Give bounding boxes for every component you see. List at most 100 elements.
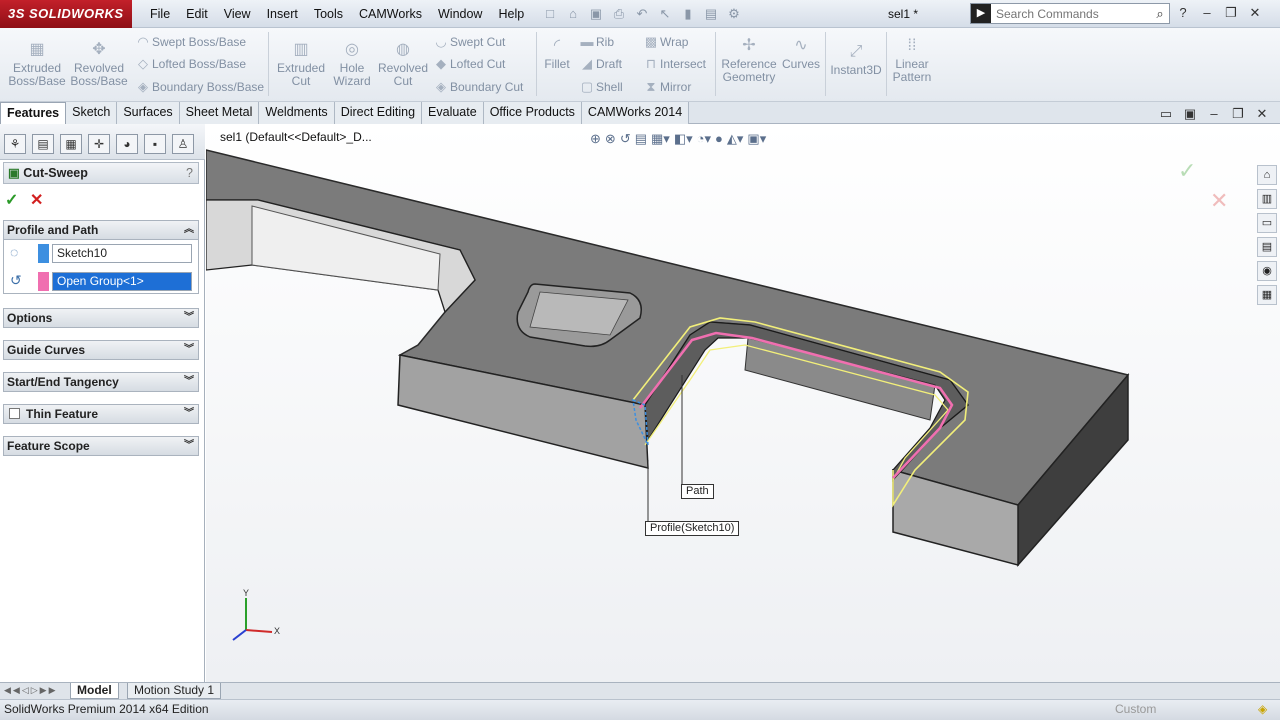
doc-restore-icon[interactable]: ❐ [1230, 104, 1246, 124]
menu-edit[interactable]: Edit [178, 0, 216, 28]
tab-camworks[interactable]: CAMWorks 2014 [581, 102, 690, 124]
apply-scene-icon[interactable]: ◭▾ [727, 131, 744, 147]
select-icon[interactable]: ↖ [655, 4, 675, 24]
intersect-button[interactable]: ⊓ Intersect [642, 54, 706, 74]
solidworks-resources-icon[interactable]: ⌂ [1257, 165, 1277, 185]
wrap-button[interactable]: ▩ Wrap [642, 32, 689, 52]
profile-and-path-group[interactable]: Profile and Path ︽ [3, 220, 199, 240]
reference-geometry-button[interactable]: ✢ Reference Geometry [720, 36, 778, 84]
revolved-cut-button[interactable]: ◍ Revolved Cut [377, 40, 429, 88]
confirmation-cancel-icon[interactable]: ✕ [1210, 188, 1228, 214]
display-manager-icon[interactable]: ◕ [116, 134, 138, 154]
view-palette-icon[interactable]: ▤ [1257, 237, 1277, 257]
tab-motion-study-1[interactable]: Motion Study 1 [127, 683, 222, 699]
rebuild-icon[interactable]: ▮ [678, 4, 698, 24]
swept-boss-button[interactable]: ◠ Swept Boss/Base [134, 32, 246, 52]
tab-scroll-arrows-icon[interactable]: ◀◀◁▷▶▶ [4, 685, 58, 696]
draft-button[interactable]: ◢ Draft [578, 54, 622, 74]
tab-evaluate[interactable]: Evaluate [422, 102, 484, 124]
view-orientation-icon[interactable]: ▦▾ [651, 131, 670, 147]
tab-surfaces[interactable]: Surfaces [117, 102, 180, 124]
options-icon[interactable]: ⚙ [724, 4, 744, 24]
thin-feature-group[interactable]: Thin Feature ︾ [3, 404, 199, 424]
path-selection-field[interactable]: Open Group<1> [52, 272, 192, 291]
tab-weldments[interactable]: Weldments [259, 102, 335, 124]
menu-help[interactable]: Help [490, 0, 532, 28]
rib-button[interactable]: ▬ Rib [578, 32, 615, 52]
search-input[interactable] [991, 5, 1151, 22]
search-box[interactable]: ▶ ⌕ [970, 3, 1170, 24]
profile-callout[interactable]: Profile(Sketch10) [645, 521, 740, 536]
tab-office-products[interactable]: Office Products [483, 102, 582, 124]
start-end-tangency-group[interactable]: Start/End Tangency ︾ [3, 372, 199, 392]
tab-sheet-metal[interactable]: Sheet Metal [179, 102, 260, 124]
ok-button[interactable]: ✓ [5, 190, 18, 210]
graphics-area[interactable] [205, 124, 1280, 682]
revolved-boss-button[interactable]: ✥ Revolved Boss/Base [70, 40, 128, 88]
file-explorer-icon[interactable]: ▭ [1257, 213, 1277, 233]
appearances-icon[interactable]: ◉ [1257, 261, 1277, 281]
boundary-cut-button[interactable]: ◈ Boundary Cut [432, 77, 523, 97]
cascade-icon[interactable]: ▣ [1182, 104, 1198, 124]
tab-features[interactable]: Features [0, 102, 67, 124]
menu-camworks[interactable]: CAMWorks [351, 0, 430, 28]
custom-properties-icon[interactable]: ▦ [1257, 285, 1277, 305]
menu-window[interactable]: Window [430, 0, 490, 28]
doc-minimize-icon[interactable]: – [1206, 104, 1222, 124]
extruded-cut-button[interactable]: ▥ Extruded Cut [274, 40, 328, 88]
tab-sketch[interactable]: Sketch [66, 102, 118, 124]
rebuild-status-icon[interactable]: ◈ [1258, 700, 1267, 719]
tab-direct-editing[interactable]: Direct Editing [334, 102, 423, 124]
menu-file[interactable]: File [142, 0, 178, 28]
property-manager-icon[interactable]: ▤ [32, 134, 54, 154]
confirmation-ok-icon[interactable]: ✓ [1178, 158, 1196, 184]
save-icon[interactable]: ▣ [586, 4, 606, 24]
menu-insert[interactable]: Insert [259, 0, 306, 28]
feature-breadcrumb[interactable]: sel1 (Default<<Default>_D... [220, 130, 372, 144]
swept-cut-button[interactable]: ◡ Swept Cut [432, 32, 505, 52]
fillet-button[interactable]: ◜ Fillet [540, 36, 574, 71]
curves-button[interactable]: ∿ Curves [782, 36, 820, 71]
hole-wizard-button[interactable]: ◎ Hole Wizard [328, 40, 376, 88]
help-icon[interactable]: ? [1175, 3, 1191, 23]
tile-icon[interactable]: ▭ [1158, 104, 1174, 124]
lofted-boss-button[interactable]: ◇ Lofted Boss/Base [134, 54, 246, 74]
menu-view[interactable]: View [216, 0, 259, 28]
previous-view-icon[interactable]: ↺ [620, 131, 631, 147]
camworks-feature-tree-icon[interactable]: ▪ [144, 134, 166, 154]
camworks-operation-tree-icon[interactable]: ♙ [172, 134, 194, 154]
view-settings-icon[interactable]: ▣▾ [747, 131, 766, 147]
section-view-icon[interactable]: ▤ [635, 131, 647, 147]
guide-curves-group[interactable]: Guide Curves ︾ [3, 340, 199, 360]
path-callout[interactable]: Path [681, 484, 714, 499]
help-button[interactable]: ? [186, 163, 193, 183]
hide-show-items-icon[interactable]: ◔▾ [697, 131, 711, 147]
zoom-to-area-icon[interactable]: ⊗ [605, 131, 616, 147]
edit-appearance-icon[interactable]: ● [715, 131, 723, 147]
new-document-icon[interactable]: □ [540, 4, 560, 24]
undo-icon[interactable]: ↶ [632, 4, 652, 24]
menu-tools[interactable]: Tools [306, 0, 351, 28]
display-style-icon[interactable]: ◧▾ [674, 131, 693, 147]
open-icon[interactable]: ⌂ [563, 4, 583, 24]
tab-model[interactable]: Model [70, 683, 119, 699]
print-icon[interactable]: ⎙ [609, 4, 629, 24]
doc-close-icon[interactable]: ✕ [1254, 104, 1270, 124]
configuration-manager-icon[interactable]: ▦ [60, 134, 82, 154]
minimize-icon[interactable]: – [1199, 3, 1215, 23]
thin-feature-checkbox[interactable] [9, 408, 20, 419]
design-library-icon[interactable]: ▥ [1257, 189, 1277, 209]
shell-button[interactable]: ▢ Shell [578, 77, 623, 97]
file-properties-icon[interactable]: ▤ [701, 4, 721, 24]
status-units[interactable]: Custom [1115, 700, 1156, 719]
profile-selection-field[interactable]: Sketch10 [52, 244, 192, 263]
linear-pattern-button[interactable]: ⁞⁞ Linear Pattern [890, 36, 934, 84]
solidworks-logo[interactable]: 3S SOLIDWORKS [0, 0, 132, 28]
mirror-button[interactable]: ⧗ Mirror [642, 77, 691, 97]
cancel-button[interactable]: ✕ [30, 190, 43, 210]
feature-scope-group[interactable]: Feature Scope ︾ [3, 436, 199, 456]
extruded-boss-button[interactable]: ▦ Extruded Boss/Base [8, 40, 66, 88]
options-group[interactable]: Options ︾ [3, 308, 199, 328]
feature-manager-icon[interactable]: ⚘ [4, 134, 26, 154]
close-icon[interactable]: ✕ [1247, 3, 1263, 23]
